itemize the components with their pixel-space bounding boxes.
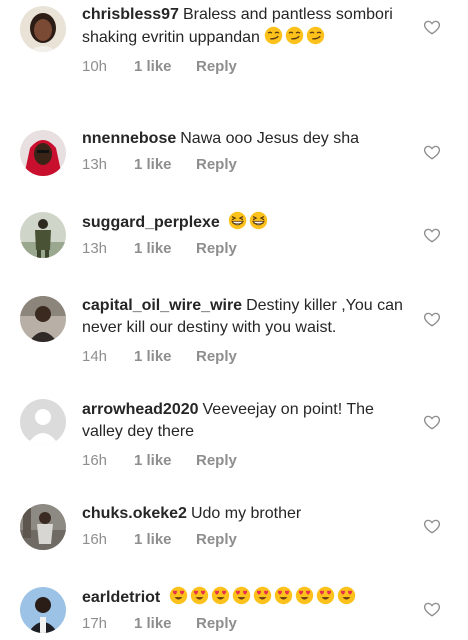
emoji-row <box>228 211 270 231</box>
avatar[interactable] <box>20 130 66 176</box>
reply-button[interactable]: Reply <box>196 239 237 259</box>
default-avatar-icon <box>20 399 66 445</box>
timestamp: 13h <box>82 240 108 257</box>
timestamp: 10h <box>82 58 108 75</box>
likes-count[interactable]: 1 like <box>134 530 196 550</box>
heart-eyes-face-icon <box>274 586 292 605</box>
avatar[interactable] <box>20 296 66 342</box>
reply-button[interactable]: Reply <box>196 614 237 634</box>
comment-meta: 16h 1 like Reply <box>82 451 410 471</box>
comment-body: Nawa ooo Jesus dey sha <box>180 130 360 147</box>
comment-text: arrowhead2020 Veeveejay on point! The val… <box>82 399 410 443</box>
likes-count[interactable]: 1 like <box>134 451 196 471</box>
timestamp: 14h <box>82 348 108 365</box>
heart-eyes-face-icon <box>316 586 334 605</box>
username[interactable]: capital_oil_wire_wire <box>82 297 242 314</box>
comment-meta: 17h 1 like Reply <box>82 614 410 634</box>
comment-text: nnennebose Nawa ooo Jesus dey sha <box>82 128 410 150</box>
heart-like-icon[interactable] <box>423 413 441 431</box>
username[interactable]: chrisbless97 <box>82 6 179 23</box>
woman-red-avatar-icon <box>20 130 66 176</box>
man-sky-avatar-icon <box>20 587 66 633</box>
username[interactable]: chuks.okeke2 <box>82 505 187 522</box>
reply-button[interactable]: Reply <box>196 347 237 367</box>
likes-count[interactable]: 1 like <box>134 614 196 634</box>
comment-body: Udo my brother <box>190 505 302 522</box>
soldier-avatar-icon <box>20 212 66 258</box>
username[interactable]: suggard_perplexe <box>82 214 220 231</box>
heart-eyes-face-icon <box>337 586 355 605</box>
heart-eyes-face-icon <box>169 586 187 605</box>
avatar[interactable] <box>20 6 66 52</box>
emoji-row <box>169 586 358 606</box>
heart-eyes-face-icon <box>190 586 208 605</box>
heart-eyes-face-icon <box>295 586 313 605</box>
comment-text: chrisbless97 Braless and pantless sombori… <box>82 4 410 49</box>
avatar[interactable] <box>20 212 66 258</box>
heart-like-icon[interactable] <box>423 600 441 618</box>
comment-meta: 13h 1 like Reply <box>82 239 410 259</box>
username[interactable]: arrowhead2020 <box>82 401 199 418</box>
heart-eyes-face-icon <box>211 586 229 605</box>
comment-text: earldetriot <box>82 586 410 609</box>
username[interactable]: nnennebose <box>82 130 176 147</box>
heart-like-icon[interactable] <box>423 18 441 36</box>
reply-button[interactable]: Reply <box>196 530 237 550</box>
smirking-face-icon <box>307 26 325 45</box>
man-street-avatar-icon <box>20 504 66 550</box>
avatar[interactable] <box>20 587 66 633</box>
likes-count[interactable]: 1 like <box>134 57 196 77</box>
grinning-squinting-face-icon <box>229 211 247 230</box>
timestamp: 13h <box>82 156 108 173</box>
timestamp: 17h <box>82 615 108 632</box>
comment-meta: 13h 1 like Reply <box>82 155 410 175</box>
username[interactable]: earldetriot <box>82 589 160 606</box>
likes-count[interactable]: 1 like <box>134 155 196 175</box>
avatar[interactable] <box>20 504 66 550</box>
grinning-squinting-face-icon <box>250 211 268 230</box>
comment-meta: 10h 1 like Reply <box>82 57 410 77</box>
woman-avatar-icon <box>20 6 66 52</box>
comment-text: chuks.okeke2 Udo my brother <box>82 503 410 525</box>
reply-button[interactable]: Reply <box>196 57 237 77</box>
likes-count[interactable]: 1 like <box>134 347 196 367</box>
smirking-face-icon <box>286 26 304 45</box>
avatar[interactable] <box>20 399 66 445</box>
heart-eyes-face-icon <box>232 586 250 605</box>
reply-button[interactable]: Reply <box>196 451 237 471</box>
timestamp: 16h <box>82 452 108 469</box>
heart-like-icon[interactable] <box>423 226 441 244</box>
heart-eyes-face-icon <box>253 586 271 605</box>
comment-text: suggard_perplexe <box>82 211 410 234</box>
man-avatar-icon <box>20 296 66 342</box>
comment-text: capital_oil_wire_wire Destiny killer ,You… <box>82 295 410 339</box>
heart-like-icon[interactable] <box>423 310 441 328</box>
heart-like-icon[interactable] <box>423 143 441 161</box>
comment-meta: 14h 1 like Reply <box>82 347 410 367</box>
timestamp: 16h <box>82 531 108 548</box>
emoji-row <box>264 26 327 46</box>
likes-count[interactable]: 1 like <box>134 239 196 259</box>
reply-button[interactable]: Reply <box>196 155 237 175</box>
smirking-face-icon <box>265 26 283 45</box>
comment-meta: 16h 1 like Reply <box>82 530 410 550</box>
heart-like-icon[interactable] <box>423 517 441 535</box>
